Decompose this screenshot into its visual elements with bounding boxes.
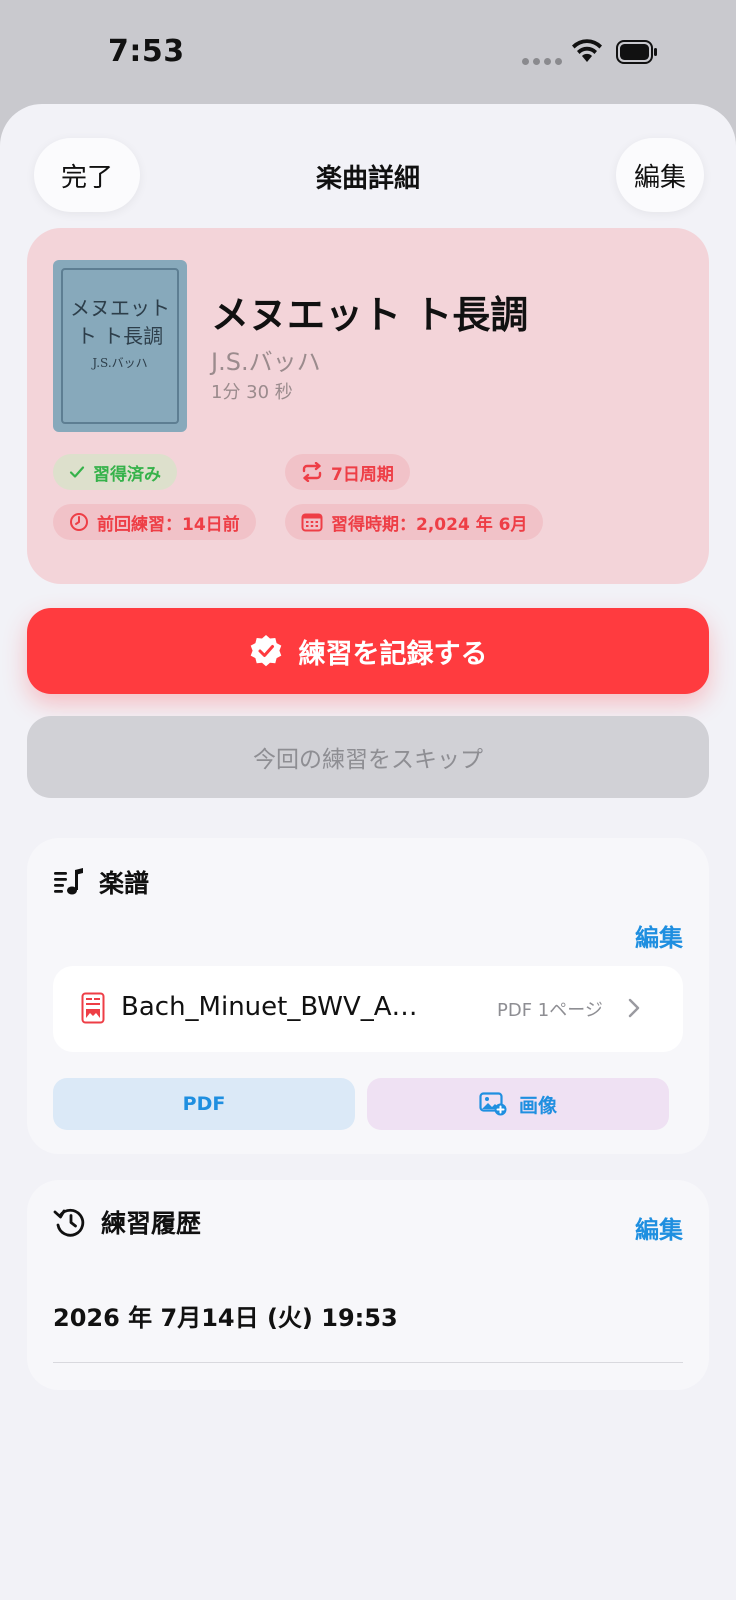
add-image-label: 画像 <box>518 1094 557 1117</box>
seal-check-icon <box>249 634 283 668</box>
wifi-icon <box>572 39 602 62</box>
cover-thumbnail[interactable]: メヌエット ト ト長調 J.S.バッハ <box>53 260 187 432</box>
edit-button[interactable]: 編集 <box>616 138 704 212</box>
history-divider <box>53 1362 683 1363</box>
pdf-file-icon <box>81 992 105 1024</box>
cover-composer: J.S.バッハ <box>92 356 148 370</box>
score-section: 楽譜 編集 Bach_Minuet_BWV_Anh_11... PDF 1ページ… <box>27 838 709 1154</box>
cellular-dots-icon <box>522 58 562 65</box>
score-file-name: Bach_Minuet_BWV_Anh_11... <box>121 992 421 1022</box>
status-bar: 7:53 <box>0 0 736 104</box>
clock-icon <box>69 512 89 532</box>
score-file-meta: PDF 1ページ <box>497 1000 603 1021</box>
last-practice-badge: 前回練習：14日前 <box>53 504 256 540</box>
repeat-icon <box>301 462 323 482</box>
mastered-period-badge: 習得時期：2,024 年 6月 <box>285 504 544 540</box>
piece-composer: J.S.バッハ <box>211 348 321 376</box>
history-title: 練習履歴 <box>101 1209 202 1238</box>
cover-title-line1: メヌエット <box>70 296 170 320</box>
last-practice-label: 前回練習：14日前 <box>97 514 240 535</box>
cycle-badge: 7日周期 <box>285 454 410 490</box>
cover-title-line2: ト ト長調 <box>76 324 164 348</box>
record-practice-button[interactable]: 練習を記録する <box>27 608 709 694</box>
history-section: 練習履歴 編集 2026 年 7月14日 (火) 19:53 <box>27 1180 709 1390</box>
history-entry[interactable]: 2026 年 7月14日 (火) 19:53 <box>53 1298 398 1333</box>
record-practice-label: 練習を記録する <box>298 638 488 670</box>
status-time: 7:53 <box>108 34 185 69</box>
calendar-icon <box>301 512 323 532</box>
music-list-icon <box>53 868 85 896</box>
add-image-button[interactable]: 画像 <box>367 1078 669 1130</box>
score-edit-link[interactable]: 編集 <box>635 918 683 953</box>
detail-sheet: 完了 楽曲詳細 編集 メヌエット ト ト長調 J.S.バッハ メヌエット ト長調… <box>0 104 736 1600</box>
mastered-label: 習得済み <box>93 464 161 485</box>
history-icon <box>53 1206 87 1238</box>
skip-practice-button[interactable]: 今回の練習をスキップ <box>27 716 709 798</box>
battery-icon <box>616 40 657 64</box>
checkmark-icon <box>69 464 85 480</box>
history-edit-link[interactable]: 編集 <box>635 1210 683 1245</box>
cycle-label: 7日周期 <box>331 464 394 485</box>
chevron-right-icon <box>628 998 640 1018</box>
image-add-icon <box>479 1092 507 1116</box>
cover-frame: メヌエット ト ト長調 J.S.バッハ <box>61 268 179 424</box>
mastered-badge: 習得済み <box>53 454 177 490</box>
score-title: 楽譜 <box>99 869 150 898</box>
score-header: 楽譜 <box>53 864 149 900</box>
add-pdf-button[interactable]: PDF <box>53 1078 355 1130</box>
history-header: 練習履歴 <box>53 1204 201 1240</box>
piece-duration: 1分 30 秒 <box>211 382 293 403</box>
mastered-period-label: 習得時期：2,024 年 6月 <box>331 514 528 535</box>
score-file-row[interactable]: Bach_Minuet_BWV_Anh_11... PDF 1ページ <box>53 966 683 1052</box>
piece-title: メヌエット ト長調 <box>211 293 529 337</box>
piece-card: メヌエット ト ト長調 J.S.バッハ メヌエット ト長調 J.S.バッハ 1分… <box>27 228 709 584</box>
